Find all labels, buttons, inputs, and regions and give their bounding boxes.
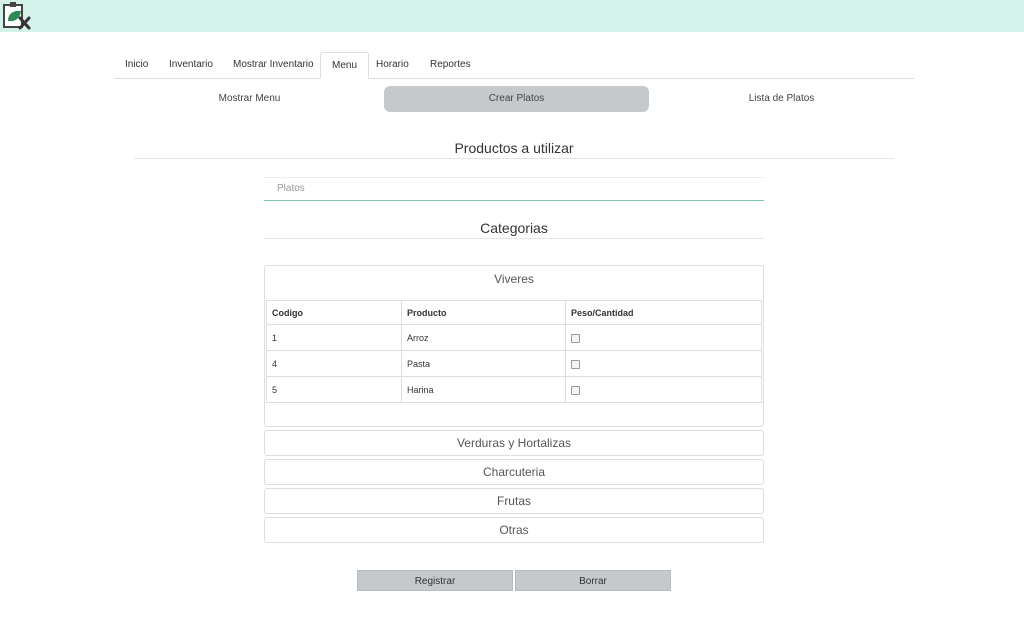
products-table: Codigo Producto Peso/Cantidad 1 Arroz 4 … bbox=[266, 300, 762, 403]
platos-input[interactable] bbox=[264, 178, 764, 199]
category-panel-charcuteria: Charcuteria bbox=[264, 459, 764, 485]
table-row: 4 Pasta bbox=[266, 350, 762, 377]
clear-button[interactable]: Borrar bbox=[515, 570, 671, 591]
categorias-divider bbox=[264, 238, 764, 239]
column-header-peso-cantidad: Peso/Cantidad bbox=[565, 300, 762, 325]
tab-reportes[interactable]: Reportes bbox=[419, 52, 482, 78]
cell-producto: Pasta bbox=[401, 350, 566, 377]
category-panel-otras: Otras bbox=[264, 517, 764, 543]
table-header-row: Codigo Producto Peso/Cantidad bbox=[266, 300, 762, 325]
productos-title: Productos a utilizar bbox=[454, 140, 574, 156]
column-header-codigo: Codigo bbox=[266, 300, 402, 325]
column-header-producto: Producto bbox=[401, 300, 566, 325]
tab-inventario[interactable]: Inventario bbox=[158, 52, 224, 78]
subnav-crear-platos[interactable]: Crear Platos bbox=[384, 86, 649, 112]
tab-mostrar-inventario[interactable]: Mostrar Inventario bbox=[222, 52, 325, 78]
category-header-viveres[interactable]: Viveres bbox=[265, 266, 763, 300]
app-logo-icon[interactable] bbox=[2, 1, 32, 31]
title-divider bbox=[134, 158, 894, 159]
register-button[interactable]: Registrar bbox=[357, 570, 513, 591]
cell-producto: Arroz bbox=[401, 324, 566, 351]
tab-horario[interactable]: Horario bbox=[365, 52, 420, 78]
subnav-mostrar-menu[interactable]: Mostrar Menu bbox=[117, 86, 382, 112]
tab-menu[interactable]: Menu bbox=[320, 52, 370, 79]
category-header-frutas[interactable]: Frutas bbox=[265, 489, 763, 513]
select-checkbox[interactable] bbox=[571, 333, 580, 343]
cell-codigo: 4 bbox=[266, 350, 402, 377]
categorias-title: Categorias bbox=[480, 220, 548, 236]
top-bar bbox=[0, 0, 1024, 32]
cell-peso-cantidad bbox=[565, 376, 762, 403]
select-checkbox[interactable] bbox=[571, 359, 580, 369]
subnav-lista-de-platos[interactable]: Lista de Platos bbox=[649, 86, 914, 112]
select-checkbox[interactable] bbox=[571, 385, 580, 395]
table-row: 5 Harina bbox=[266, 376, 762, 403]
category-panel-verduras: Verduras y Hortalizas bbox=[264, 430, 764, 456]
cell-codigo: 5 bbox=[266, 376, 402, 403]
category-header-charcuteria[interactable]: Charcuteria bbox=[265, 460, 763, 484]
tab-inicio[interactable]: Inicio bbox=[114, 52, 159, 78]
category-header-otras[interactable]: Otras bbox=[265, 518, 763, 542]
platos-field bbox=[264, 177, 764, 201]
cell-peso-cantidad bbox=[565, 350, 762, 377]
category-header-verduras[interactable]: Verduras y Hortalizas bbox=[265, 431, 763, 455]
category-panel-viveres: Viveres Codigo Producto Peso/Cantidad 1 … bbox=[264, 265, 764, 427]
cell-peso-cantidad bbox=[565, 324, 762, 351]
cell-producto: Harina bbox=[401, 376, 566, 403]
cell-codigo: 1 bbox=[266, 324, 402, 351]
main-nav-tabs: Inicio Inventario Mostrar Inventario Men… bbox=[114, 52, 914, 79]
table-row: 1 Arroz bbox=[266, 324, 762, 351]
category-panel-frutas: Frutas bbox=[264, 488, 764, 514]
